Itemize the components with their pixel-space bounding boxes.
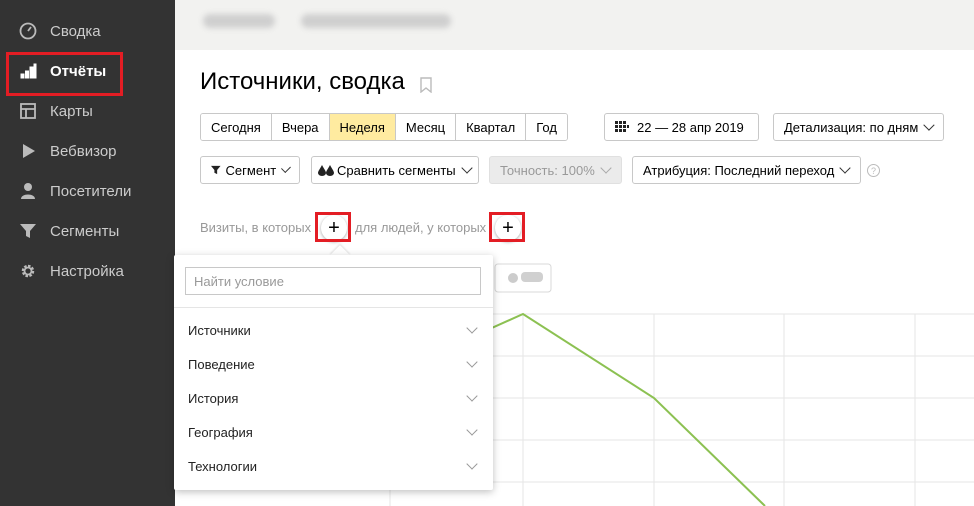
period-week[interactable]: Неделя — [329, 114, 396, 140]
category-label: Источники — [188, 322, 251, 338]
sidebar-item-reports[interactable]: Отчёты — [0, 51, 175, 91]
calendar-icon — [615, 121, 629, 132]
sidebar-item-label: Вебвизор — [50, 142, 117, 160]
category-label: История — [188, 390, 239, 406]
date-range-label: 22 — 28 апр 2019 — [637, 119, 744, 135]
sidebar-item-webvisor[interactable]: Вебвизор — [0, 131, 175, 171]
play-icon — [19, 142, 37, 160]
detail-select[interactable]: Детализация: по дням — [773, 113, 944, 141]
chevron-down-icon — [466, 356, 478, 368]
compare-icon — [318, 165, 334, 176]
period-yesterday[interactable]: Вчера — [271, 114, 330, 140]
filter-icon — [211, 165, 221, 175]
accuracy-label: Точность: 100% — [500, 162, 595, 178]
sidebar-item-maps[interactable]: Карты — [0, 91, 175, 131]
compare-label: Сравнить сегменты — [337, 162, 456, 178]
filter-icon — [19, 222, 37, 240]
category-label: География — [188, 424, 253, 440]
chevron-down-icon — [923, 119, 935, 131]
detail-label: Детализация: по дням — [784, 119, 919, 135]
chevron-down-icon — [466, 424, 478, 436]
chevron-down-icon — [839, 162, 851, 174]
sidebar-item-visitors[interactable]: Посетители — [0, 171, 175, 211]
condition-category-technologies[interactable]: Технологии — [188, 449, 480, 483]
chevron-down-icon — [600, 162, 612, 174]
user-icon — [19, 182, 37, 200]
counter-url — [301, 14, 451, 28]
visits-line — [464, 312, 766, 506]
page-title: Источники, сводка — [200, 68, 405, 95]
condition-category-sources[interactable]: Источники — [188, 313, 480, 347]
segment-button[interactable]: Сегмент — [200, 156, 300, 184]
attribution-select[interactable]: Атрибуция: Последний переход — [632, 156, 861, 184]
condition-category-behavior[interactable]: Поведение — [188, 347, 480, 381]
bookmark-icon[interactable] — [420, 77, 432, 93]
chevron-down-icon — [466, 458, 478, 470]
add-visit-condition-button[interactable]: + — [321, 215, 347, 241]
condition-search-input[interactable] — [185, 267, 481, 295]
chevron-down-icon — [466, 322, 478, 334]
chevron-down-icon — [466, 390, 478, 402]
sidebar-item-label: Карты — [50, 102, 93, 120]
sidebar-item-settings[interactable]: Настройка — [0, 251, 175, 291]
chevron-down-icon — [281, 163, 291, 173]
people-condition-label: для людей, у которых — [355, 220, 487, 235]
accuracy-select: Точность: 100% — [489, 156, 622, 184]
attribution-label: Атрибуция: Последний переход — [643, 162, 835, 178]
sidebar-item-label: Посетители — [50, 182, 132, 200]
segment-label: Сегмент — [225, 162, 277, 178]
condition-category-geography[interactable]: География — [188, 415, 480, 449]
map-icon — [19, 102, 37, 120]
category-label: Поведение — [188, 356, 255, 372]
sidebar-item-label: Сводка — [50, 22, 101, 40]
date-range-button[interactable]: 22 — 28 апр 2019 — [604, 113, 759, 141]
chart-option-blur — [521, 272, 543, 282]
top-bar — [175, 0, 974, 50]
help-icon[interactable]: ? — [867, 164, 880, 177]
sidebar-item-label: Сегменты — [50, 222, 120, 240]
gear-icon — [19, 262, 37, 280]
period-month[interactable]: Месяц — [395, 114, 457, 140]
chevron-down-icon — [460, 162, 473, 174]
period-year[interactable]: Год — [526, 114, 567, 140]
condition-dropdown: Источники Поведение История География Те… — [174, 255, 493, 490]
chart-option-dot — [508, 273, 518, 283]
sidebar: Сводка Отчёты Карты Вебвизор Посетители … — [0, 0, 175, 506]
condition-category-history[interactable]: История — [188, 381, 480, 415]
sidebar-item-label: Настройка — [50, 262, 124, 280]
counter-selector[interactable] — [203, 14, 275, 28]
add-people-condition-button[interactable]: + — [495, 215, 521, 241]
compare-segments-button[interactable]: Сравнить сегменты — [311, 156, 479, 184]
category-label: Технологии — [188, 458, 258, 474]
period-selector: Сегодня Вчера Неделя Месяц Квартал Год — [200, 113, 568, 141]
divider — [174, 307, 493, 308]
period-quarter[interactable]: Квартал — [456, 114, 527, 140]
sidebar-item-label: Отчёты — [50, 62, 107, 80]
bar-chart-icon — [19, 62, 37, 80]
sidebar-item-summary[interactable]: Сводка — [0, 11, 175, 51]
period-today[interactable]: Сегодня — [201, 114, 272, 140]
visits-condition-label: Визиты, в которых — [200, 220, 312, 235]
sidebar-item-segments[interactable]: Сегменты — [0, 211, 175, 251]
dashboard-icon — [19, 22, 37, 40]
